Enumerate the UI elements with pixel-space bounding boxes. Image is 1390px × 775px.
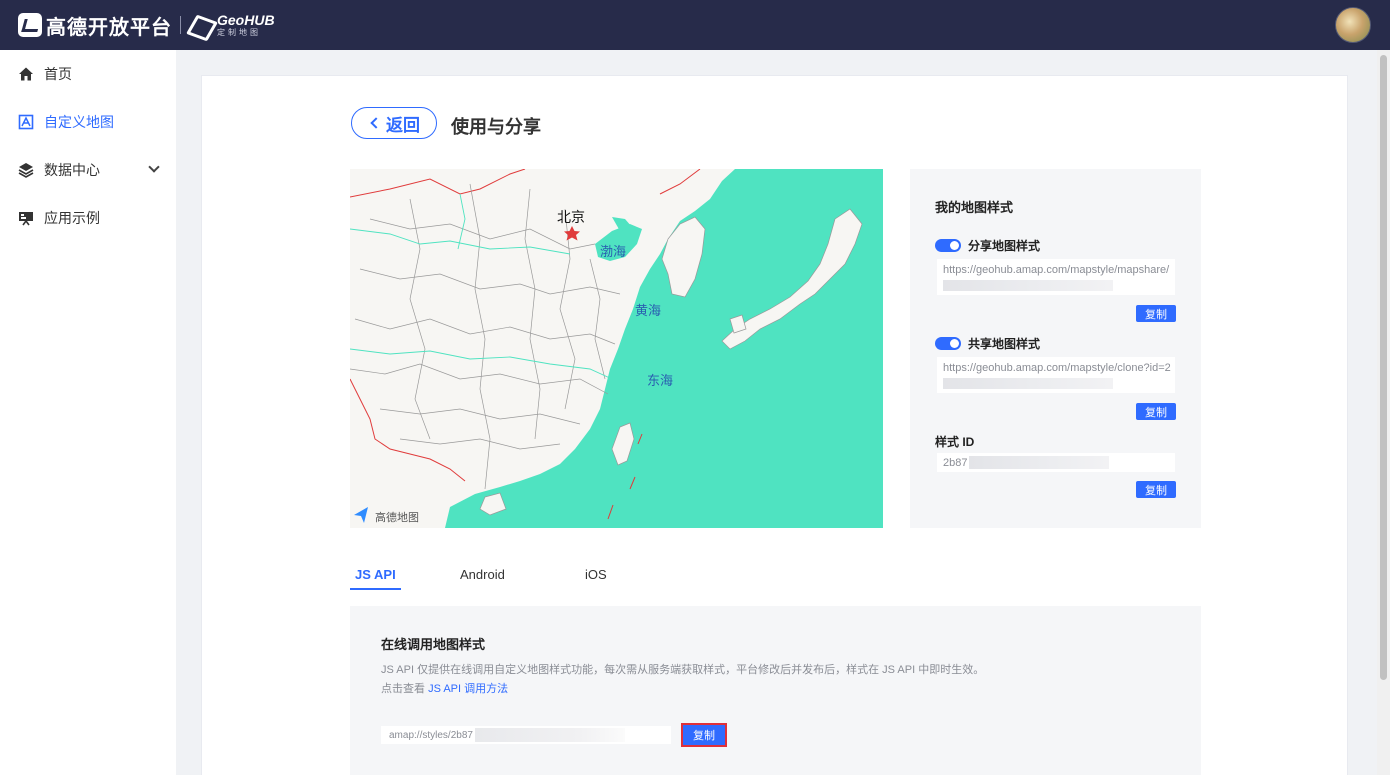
- logo-divider: [180, 16, 181, 34]
- clone-url-field[interactable]: https://geohub.amap.com/mapstyle/clone?i…: [937, 357, 1175, 393]
- my-map-style-panel: 我的地图样式 分享地图样式 https://geohub.amap.com/ma…: [910, 169, 1201, 528]
- product-name: GeoHUB: [217, 12, 275, 28]
- home-icon: [18, 66, 34, 82]
- js-api-doc-link[interactable]: JS API 调用方法: [428, 683, 508, 695]
- share-url-text: https://geohub.amap.com/mapstyle/mapshar…: [943, 264, 1170, 276]
- layers-icon: [18, 162, 34, 178]
- map-label-beijing: 北京: [557, 209, 585, 225]
- custom-map-icon: [18, 114, 34, 130]
- sidebar-item-label: 应用示例: [44, 210, 100, 226]
- map-preview[interactable]: 北京 渤海 黄海 东海 高德地图: [350, 169, 883, 528]
- main-card: 返回 使用与分享 北京 渤海 黄海 东海 高德地图 我的地图样式 分享地图样式 …: [201, 75, 1348, 775]
- back-button-label: 返回: [386, 115, 420, 135]
- redacted-bar: [474, 728, 625, 742]
- doc-link-line: 点击查看 JS API 调用方法: [381, 680, 508, 696]
- back-button[interactable]: 返回: [351, 107, 437, 139]
- tab-ios[interactable]: iOS: [585, 567, 607, 582]
- product-subtitle: 定制地图: [217, 28, 261, 37]
- style-id-text: 2b87: [943, 456, 968, 469]
- copy-clone-url-button[interactable]: 复制: [1136, 403, 1176, 420]
- top-bar: 高德开放平台 GeoHUB 定制地图: [0, 0, 1390, 50]
- section-title: 在线调用地图样式: [381, 637, 486, 652]
- style-id-label: 样式 ID: [935, 435, 975, 449]
- map-canvas: [350, 169, 883, 528]
- sidebar-item-home[interactable]: 首页: [0, 50, 176, 98]
- clone-style-label: 共享地图样式: [968, 337, 1041, 351]
- user-avatar[interactable]: [1335, 7, 1371, 43]
- copy-style-url-button[interactable]: 复制: [681, 723, 727, 747]
- copy-style-id-button[interactable]: 复制: [1136, 481, 1176, 498]
- map-watermark: 高德地图: [375, 512, 419, 524]
- copy-share-url-button[interactable]: 复制: [1136, 305, 1176, 322]
- js-api-panel: 在线调用地图样式 JS API 仅提供在线调用自定义地图样式功能，每次需从服务端…: [350, 606, 1201, 775]
- brand-logo[interactable]: 高德开放平台 GeoHUB 定制地图: [18, 11, 275, 39]
- geohub-logo-icon: [189, 14, 211, 36]
- active-tab-indicator: [350, 588, 401, 590]
- doc-link-prefix: 点击查看: [381, 683, 425, 695]
- sidebar: 首页 自定义地图 数据中心 应用示例: [0, 50, 176, 775]
- map-label-east-sea: 东海: [647, 373, 674, 388]
- share-url-field[interactable]: https://geohub.amap.com/mapstyle/mapshar…: [937, 259, 1175, 295]
- share-style-toggle[interactable]: [935, 239, 961, 252]
- chevron-left-icon: [370, 117, 382, 129]
- tab-android[interactable]: Android: [460, 567, 505, 582]
- sidebar-item-app-examples[interactable]: 应用示例: [0, 194, 176, 242]
- style-id-field[interactable]: 2b87: [937, 453, 1175, 472]
- map-label-yellow-sea: 黄海: [635, 303, 662, 318]
- monitor-icon: [18, 210, 34, 226]
- chevron-down-icon[interactable]: [148, 161, 160, 173]
- map-label-bohai: 渤海: [600, 244, 627, 259]
- sidebar-item-custom-map[interactable]: 自定义地图: [0, 98, 176, 146]
- style-url-text: amap://styles/2b87: [389, 729, 473, 741]
- panel-title: 我的地图样式: [935, 200, 1014, 215]
- redacted-bar: [943, 280, 1113, 291]
- amap-logo-icon: [18, 13, 42, 37]
- sidebar-item-label: 首页: [44, 66, 72, 82]
- redacted-bar: [969, 456, 1110, 469]
- page-title: 使用与分享: [451, 117, 541, 137]
- clone-url-text: https://geohub.amap.com/mapstyle/clone?i…: [943, 362, 1171, 374]
- scrollbar-thumb[interactable]: [1380, 55, 1387, 680]
- page-scrollbar[interactable]: [1377, 50, 1390, 775]
- sidebar-item-label: 自定义地图: [44, 114, 114, 130]
- brand-name: 高德开放平台: [46, 16, 172, 39]
- share-style-label: 分享地图样式: [968, 239, 1041, 253]
- sidebar-item-data-center[interactable]: 数据中心: [0, 146, 176, 194]
- clone-style-toggle[interactable]: [935, 337, 961, 350]
- section-description: JS API 仅提供在线调用自定义地图样式功能，每次需从服务端获取样式，平台修改…: [381, 664, 985, 676]
- sidebar-item-label: 数据中心: [44, 162, 100, 178]
- tab-js-api[interactable]: JS API: [355, 567, 396, 582]
- redacted-bar: [943, 378, 1113, 389]
- style-url-field[interactable]: amap://styles/2b87: [381, 726, 671, 744]
